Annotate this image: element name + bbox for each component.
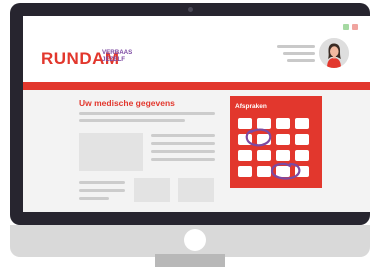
brand-tagline-line2: JEZELF [102, 55, 126, 63]
power-button-icon[interactable] [184, 229, 206, 251]
appointment-marker-icon [245, 128, 301, 180]
brand-tagline: VERBAAS JEZELF [102, 49, 132, 63]
text-line-placeholder [79, 112, 215, 115]
monitor-stand [155, 254, 225, 267]
content-block-placeholder [79, 133, 143, 171]
text-line-placeholder [151, 134, 215, 137]
menu-line [277, 45, 315, 48]
user-avatar-icon [319, 38, 349, 68]
content-block-placeholder [178, 178, 214, 202]
menu-lines[interactable] [277, 45, 315, 67]
window-control-green[interactable] [343, 24, 349, 30]
camera-icon [188, 7, 193, 12]
text-line-placeholder [79, 181, 125, 184]
screen: RUNDAM VERBAAS JEZELF Uw medische gegeve… [23, 16, 370, 212]
content-block-placeholder [134, 178, 170, 202]
window-control-red[interactable] [352, 24, 358, 30]
appointments-card[interactable]: Afspraken [230, 96, 322, 188]
text-line-placeholder [151, 150, 215, 153]
text-line-placeholder [79, 197, 109, 200]
page-title: Uw medische gegevens [79, 98, 175, 108]
text-line-placeholder [151, 142, 215, 145]
text-line-placeholder [79, 119, 185, 122]
text-line-placeholder [151, 158, 215, 161]
menu-line [283, 52, 315, 55]
avatar[interactable] [319, 38, 349, 68]
text-line-placeholder [79, 189, 125, 192]
header-divider-bar [23, 82, 370, 90]
menu-line [287, 59, 315, 62]
